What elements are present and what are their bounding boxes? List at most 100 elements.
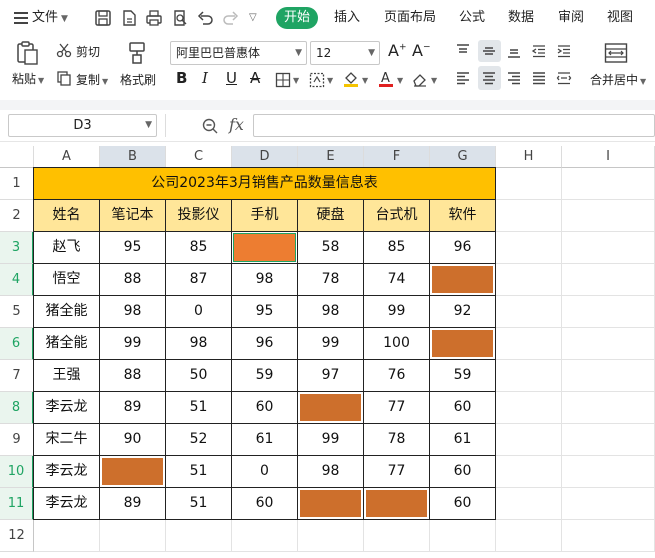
empty-cell[interactable] <box>496 264 562 296</box>
column-header-c[interactable]: C <box>166 146 232 168</box>
fill-color-icon[interactable] <box>342 70 360 88</box>
empty-cell[interactable] <box>562 424 655 456</box>
value-cell[interactable]: 85 <box>166 232 232 264</box>
value-cell[interactable]: 77 <box>364 392 430 424</box>
increase-font-size-icon[interactable]: A+ <box>388 41 407 60</box>
empty-cell[interactable] <box>496 392 562 424</box>
column-header-d[interactable]: D <box>232 146 298 168</box>
paste-icon[interactable] <box>14 40 40 66</box>
name-cell[interactable]: 猪全能 <box>34 328 100 360</box>
copy-button[interactable]: 复制 ▼ <box>76 71 108 88</box>
empty-cell[interactable] <box>496 424 562 456</box>
chevron-down-icon[interactable]: ▼ <box>327 76 333 85</box>
value-cell[interactable]: 61 <box>232 424 298 456</box>
tab-view[interactable]: 视图 <box>607 0 633 36</box>
empty-cell[interactable] <box>496 456 562 488</box>
align-left-icon[interactable] <box>455 70 471 86</box>
value-cell[interactable]: 51 <box>166 392 232 424</box>
column-header-b[interactable]: B <box>100 146 166 168</box>
font-name-select[interactable]: 阿里巴巴普惠体 ▼ <box>170 41 307 65</box>
empty-cell[interactable] <box>562 264 655 296</box>
name-cell[interactable]: 宋二牛 <box>34 424 100 456</box>
name-cell[interactable]: 悟空 <box>34 264 100 296</box>
value-cell[interactable]: 98 <box>298 296 364 328</box>
value-cell[interactable]: 96 <box>430 232 496 264</box>
select-all-corner[interactable] <box>0 146 34 168</box>
value-cell[interactable]: 74 <box>364 264 430 296</box>
font-color-icon[interactable]: A <box>377 69 395 89</box>
row-header-12[interactable]: 12 <box>0 520 34 552</box>
value-cell[interactable]: 99 <box>298 424 364 456</box>
value-cell[interactable]: 85 <box>364 232 430 264</box>
value-cell[interactable]: 90 <box>100 424 166 456</box>
empty-cell[interactable] <box>562 328 655 360</box>
row-header-5[interactable]: 5 <box>0 296 34 328</box>
value-cell[interactable]: 51 <box>166 488 232 520</box>
value-cell[interactable]: 99 <box>100 328 166 360</box>
paste-button[interactable]: 粘贴 ▼ <box>12 70 44 87</box>
tab-insert[interactable]: 插入 <box>334 0 360 36</box>
font-size-select[interactable]: 12 ▼ <box>310 41 380 65</box>
decrease-font-size-icon[interactable]: A− <box>412 41 431 60</box>
empty-cell[interactable] <box>298 520 364 552</box>
value-cell[interactable]: 89 <box>100 488 166 520</box>
row-header-6[interactable]: 6 <box>0 328 34 360</box>
align-middle-icon[interactable] <box>481 43 497 59</box>
chevron-down-icon[interactable]: ▼ <box>397 76 403 85</box>
header-cell[interactable]: 手机 <box>232 200 298 232</box>
value-cell[interactable]: 98 <box>298 456 364 488</box>
empty-cell[interactable] <box>430 520 496 552</box>
empty-cell[interactable] <box>364 520 430 552</box>
justify-icon[interactable] <box>531 70 547 86</box>
formula-input[interactable] <box>253 114 655 137</box>
value-cell[interactable]: 59 <box>430 360 496 392</box>
tab-home[interactable]: 开始 <box>276 7 318 29</box>
empty-cell[interactable] <box>232 520 298 552</box>
column-header-a[interactable]: A <box>34 146 100 168</box>
empty-cell[interactable] <box>562 296 655 328</box>
value-cell[interactable]: 61 <box>430 424 496 456</box>
row-header-9[interactable]: 9 <box>0 424 34 456</box>
empty-cell[interactable] <box>562 456 655 488</box>
value-cell[interactable]: 97 <box>298 360 364 392</box>
row-header-4[interactable]: 4 <box>0 264 34 296</box>
align-center-icon[interactable] <box>481 70 497 86</box>
merge-center-button[interactable]: 合并居中 ▼ <box>590 71 646 88</box>
value-cell[interactable]: 96 <box>232 328 298 360</box>
value-cell[interactable]: 92 <box>430 296 496 328</box>
name-box[interactable]: D3 ▼ <box>8 114 157 137</box>
value-cell[interactable]: 60 <box>430 488 496 520</box>
tab-data[interactable]: 数据 <box>508 0 534 36</box>
header-cell[interactable]: 软件 <box>430 200 496 232</box>
value-cell[interactable]: 60 <box>430 392 496 424</box>
value-cell[interactable]: 60 <box>232 488 298 520</box>
row-header-7[interactable]: 7 <box>0 360 34 392</box>
customize-toolbar-icon[interactable]: ▽ <box>249 0 257 36</box>
spreadsheet-grid[interactable]: ABCDEFGHI 1 2 3 4 5 6 7 8 9 10 11 12 公司2023年3月销售产品数… <box>0 142 655 558</box>
value-cell[interactable]: 88 <box>100 264 166 296</box>
empty-cell[interactable] <box>562 488 655 520</box>
empty-cell[interactable] <box>562 392 655 424</box>
value-cell[interactable]: 78 <box>298 264 364 296</box>
tab-formula[interactable]: 公式 <box>459 0 485 36</box>
value-cell[interactable]: 60 <box>430 456 496 488</box>
file-menu[interactable]: 文件 ▼ <box>14 0 68 36</box>
column-header-i[interactable]: I <box>562 146 655 168</box>
chevron-down-icon[interactable]: ▼ <box>293 76 299 85</box>
undo-icon[interactable] <box>195 8 215 28</box>
value-cell[interactable]: 100 <box>364 328 430 360</box>
save-icon[interactable] <box>93 8 113 28</box>
row-header-8[interactable]: 8 <box>0 392 34 424</box>
empty-cell[interactable] <box>166 520 232 552</box>
value-cell[interactable]: 59 <box>232 360 298 392</box>
value-cell[interactable]: 98 <box>100 296 166 328</box>
row-header-3[interactable]: 3 <box>0 232 34 264</box>
chevron-down-icon[interactable]: ▼ <box>362 76 368 85</box>
value-cell[interactable]: 98 <box>166 328 232 360</box>
empty-cell[interactable] <box>496 488 562 520</box>
tab-review[interactable]: 审阅 <box>558 0 584 36</box>
value-cell[interactable]: 88 <box>100 360 166 392</box>
print-icon[interactable] <box>144 8 164 28</box>
empty-cell[interactable] <box>34 520 100 552</box>
zoom-search-icon[interactable] <box>201 117 219 135</box>
